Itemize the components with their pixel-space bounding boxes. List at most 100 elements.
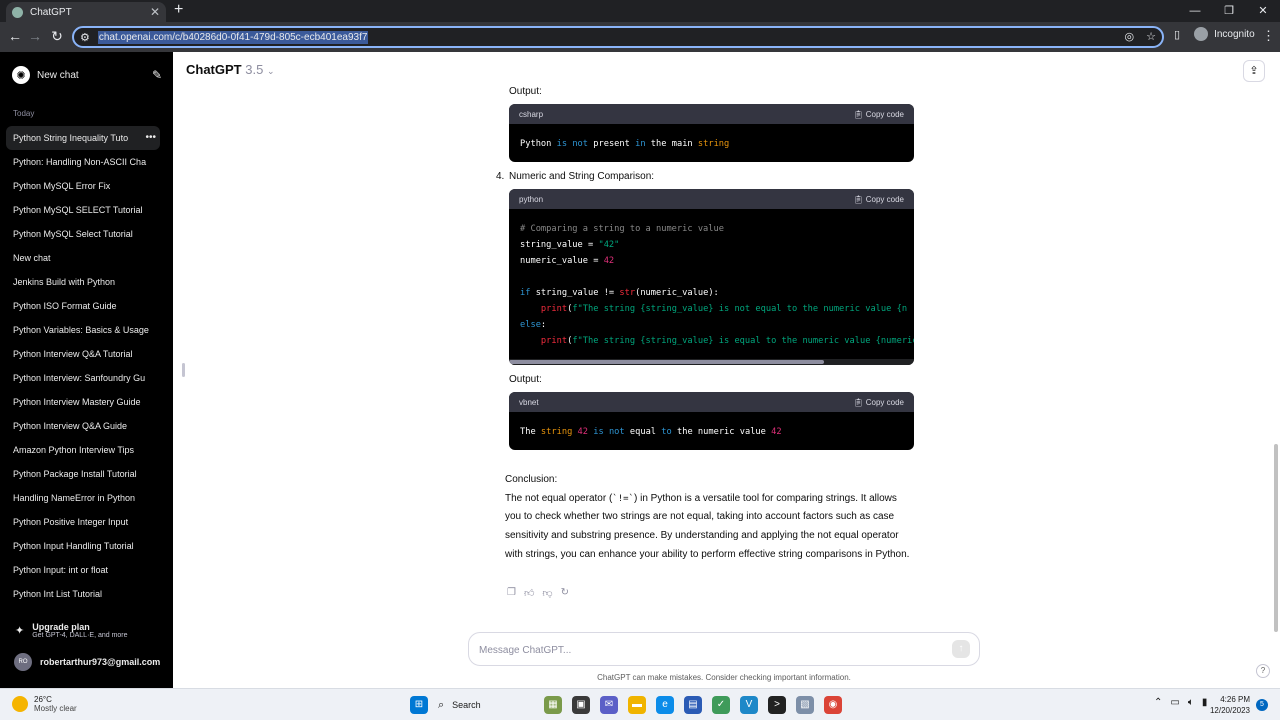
sidebar-item[interactable]: Python MySQL Error Fix bbox=[6, 174, 160, 198]
system-tray: ⌃ ▭ 🔈︎ ▮ bbox=[1154, 697, 1207, 708]
share-button[interactable]: ⇪ bbox=[1243, 60, 1265, 82]
edge-icon[interactable]: e bbox=[656, 696, 674, 714]
sidebar-item[interactable]: Python Interview Q&A Guide bbox=[6, 414, 160, 438]
bookmark-star-icon[interactable]: ☆ bbox=[1146, 30, 1156, 43]
close-tab-icon[interactable]: ✕ bbox=[150, 5, 160, 19]
message-input[interactable] bbox=[479, 641, 919, 659]
date: 12/20/2023 bbox=[1209, 706, 1250, 715]
terminal-icon[interactable]: > bbox=[768, 696, 786, 714]
edit-icon[interactable]: ✎ bbox=[152, 68, 162, 82]
sidebar-item[interactable]: Jenkins Build with Python bbox=[6, 270, 160, 294]
sidebar-item[interactable]: Python Package Install Tutorial bbox=[6, 462, 160, 486]
chat-icon[interactable]: ✉ bbox=[600, 696, 618, 714]
forward-icon[interactable]: → bbox=[26, 28, 44, 44]
address-bar[interactable]: ⚙ chat.openai.com/c/b40286d0-0f41-479d-8… bbox=[72, 26, 1164, 48]
side-panel-icon[interactable]: ▯ bbox=[1174, 28, 1180, 41]
site-info-icon[interactable]: ⚙ bbox=[80, 31, 90, 44]
chevron-down-icon: ⌄ bbox=[266, 66, 275, 76]
sidebar-item[interactable]: Python Input: int or float bbox=[6, 558, 160, 582]
incognito-label: Incognito bbox=[1214, 28, 1255, 40]
avatar: RO bbox=[14, 653, 32, 671]
code-language: python bbox=[519, 194, 544, 204]
sidebar-item[interactable]: Python Positive Integer Input bbox=[6, 510, 160, 534]
sidebar-item[interactable]: Python ISO Format Guide bbox=[6, 294, 160, 318]
copy-code-button[interactable]: 📋︎ Copy code bbox=[853, 398, 904, 407]
weather-widget[interactable]: 26°C Mostly clear bbox=[12, 695, 77, 713]
code-block-header: python 📋︎ Copy code bbox=[509, 189, 914, 209]
minimize-icon[interactable]: — bbox=[1178, 0, 1212, 22]
browser-tab[interactable]: ChatGPT ✕ bbox=[6, 2, 166, 22]
notification-badge[interactable]: 5 bbox=[1256, 699, 1268, 711]
task-view-icon[interactable]: ▣ bbox=[572, 696, 590, 714]
horizontal-scrollbar[interactable] bbox=[509, 359, 914, 365]
store-icon[interactable]: ▤ bbox=[684, 696, 702, 714]
sidebar-item[interactable]: Python MySQL SELECT Tutorial bbox=[6, 198, 160, 222]
chrome-icon[interactable]: ◉ bbox=[824, 696, 842, 714]
browser-toolbar: ← → ↻ ⚙ chat.openai.com/c/b40286d0-0f41-… bbox=[0, 22, 1280, 52]
sidebar-item[interactable]: Python Variables: Basics & Usage bbox=[6, 318, 160, 342]
sidebar-item[interactable]: Handling NameError in Python bbox=[6, 486, 160, 510]
volume-icon[interactable]: 🔈︎ bbox=[1188, 697, 1194, 708]
send-button[interactable]: ↑ bbox=[952, 640, 970, 658]
widgets-icon[interactable]: ▦ bbox=[544, 696, 562, 714]
code-language: vbnet bbox=[519, 397, 539, 407]
output-label: Output: bbox=[509, 86, 542, 97]
sidebar-item[interactable]: Python String Inequality Tuto ••• bbox=[6, 126, 160, 150]
windows-start-icon[interactable]: ⊞ bbox=[410, 696, 428, 714]
message-composer: ↑ bbox=[468, 632, 980, 666]
copy-code-button[interactable]: 📋︎ Copy code bbox=[853, 195, 904, 204]
list-item-title: Numeric and String Comparison: bbox=[509, 171, 655, 182]
new-tab-icon[interactable]: + bbox=[174, 1, 183, 19]
sidebar-collapse-handle[interactable] bbox=[182, 363, 185, 377]
conclusion-title: Conclusion: bbox=[505, 474, 558, 485]
sidebar-item[interactable]: Python: Handling Non-ASCII Cha bbox=[6, 150, 160, 174]
more-options-icon[interactable]: ••• bbox=[145, 126, 156, 150]
excel-icon[interactable]: ✓ bbox=[712, 696, 730, 714]
copy-icon[interactable]: ❐ bbox=[507, 587, 516, 599]
sidebar-item[interactable]: Python Interview Mastery Guide bbox=[6, 390, 160, 414]
code-content: # Comparing a string to a numeric value … bbox=[520, 224, 914, 346]
clock[interactable]: 4:26 PM 12/20/2023 bbox=[1206, 694, 1250, 716]
user-email: robertarthur973@gmail.com bbox=[40, 657, 161, 667]
search-icon: ⌕ bbox=[438, 698, 445, 711]
upgrade-title: Upgrade plan bbox=[32, 622, 90, 632]
code-block: vbnet 📋︎ Copy code The string 42 is not … bbox=[509, 392, 914, 450]
file-explorer-icon[interactable]: ▬ bbox=[628, 696, 646, 714]
help-button[interactable]: ? bbox=[1256, 664, 1270, 678]
browser-menu-icon[interactable]: ⋮ bbox=[1262, 28, 1275, 44]
vscode-icon[interactable]: V bbox=[740, 696, 758, 714]
list-number: 4. bbox=[496, 171, 505, 182]
sidebar-item[interactable]: New chat bbox=[6, 246, 160, 270]
taskbar-search[interactable]: ⌕ Search bbox=[438, 695, 534, 715]
thumbs-up-icon[interactable]: 👍︎ bbox=[524, 587, 534, 599]
url-text[interactable]: chat.openai.com/c/b40286d0-0f41-479d-805… bbox=[97, 30, 369, 44]
sidebar-item[interactable]: Python MySQL Select Tutorial bbox=[6, 222, 160, 246]
code-block-header: vbnet 📋︎ Copy code bbox=[509, 392, 914, 412]
sidebar-item[interactable]: Python Int List Tutorial bbox=[6, 582, 160, 606]
chevron-up-icon[interactable]: ⌃ bbox=[1154, 697, 1162, 708]
restore-icon[interactable]: ❐ bbox=[1212, 0, 1246, 22]
upgrade-plan-button[interactable]: ✦ Upgrade plan Get GPT-4, DALL·E, and mo… bbox=[15, 622, 128, 639]
regenerate-icon[interactable]: ↻ bbox=[561, 587, 569, 599]
reload-icon[interactable]: ↻ bbox=[48, 28, 66, 45]
back-icon[interactable]: ← bbox=[6, 28, 24, 44]
incognito-tracking-icon[interactable]: ◎ bbox=[1125, 30, 1135, 43]
copy-code-button[interactable]: 📋︎ Copy code bbox=[853, 110, 904, 119]
scrollbar-thumb[interactable] bbox=[509, 360, 824, 364]
sidebar-item[interactable]: Python Interview Q&A Tutorial bbox=[6, 342, 160, 366]
tab-title: ChatGPT bbox=[30, 6, 72, 18]
incognito-indicator[interactable]: ▯ Incognito bbox=[1174, 27, 1255, 41]
vertical-scrollbar[interactable] bbox=[1274, 444, 1278, 632]
sidebar-item[interactable]: Python Interview: Sanfoundry Gu bbox=[6, 366, 160, 390]
model-selector[interactable]: ChatGPT 3.5 ⌄ bbox=[186, 62, 275, 77]
conclusion: Conclusion: The not equal operator (`!=`… bbox=[505, 471, 915, 565]
thumbs-down-icon[interactable]: 👎︎ bbox=[542, 587, 552, 599]
code-language: csharp bbox=[519, 109, 544, 119]
sidebar-item[interactable]: Amazon Python Interview Tips bbox=[6, 438, 160, 462]
app-icon[interactable]: ▧ bbox=[796, 696, 814, 714]
sidebar-item[interactable]: Python Input Handling Tutorial bbox=[6, 534, 160, 558]
user-menu[interactable]: RO robertarthur973@gmail.com bbox=[14, 653, 160, 671]
network-icon[interactable]: ▭ bbox=[1170, 697, 1179, 708]
new-chat-button[interactable]: ✺ New chat ✎ bbox=[12, 64, 162, 86]
close-window-icon[interactable]: ✕ bbox=[1246, 0, 1280, 22]
